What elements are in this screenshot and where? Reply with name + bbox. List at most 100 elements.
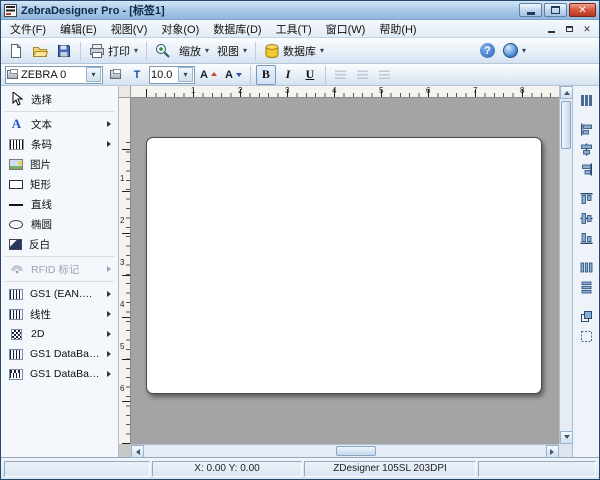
make-same-size-button[interactable]	[577, 308, 596, 325]
print-icon	[89, 43, 105, 59]
arrow-down-icon	[236, 73, 242, 80]
tool-text[interactable]: 文本	[1, 114, 118, 134]
align-right-button[interactable]	[577, 161, 596, 178]
tool-2d[interactable]: 2D	[1, 324, 118, 344]
font-size-dropdown-icon[interactable]	[178, 67, 193, 82]
tool-inverse[interactable]: 反白	[1, 234, 118, 254]
increase-font-size-button[interactable]	[197, 65, 220, 85]
zoom-dropdown[interactable]: 缩放	[176, 41, 212, 61]
main-area: 选择 文本 条码 图片 矩形 直线	[1, 86, 599, 457]
maximize-button[interactable]	[544, 3, 567, 17]
view-dropdown[interactable]: 视图	[214, 41, 250, 61]
menu-file[interactable]: 文件(F)	[3, 19, 53, 39]
tool-line[interactable]: 直线	[1, 194, 118, 214]
minimize-button[interactable]	[519, 3, 542, 17]
align-middle-vertical-icon	[580, 212, 593, 225]
maximize-icon	[551, 6, 560, 14]
underline-button[interactable]: U	[300, 65, 320, 85]
mdi-close-button[interactable]	[581, 23, 593, 34]
web-button[interactable]	[500, 41, 529, 61]
menubar: 文件(F) 编辑(E) 视图(V) 对象(O) 数据库(D) 工具(T) 窗口(…	[1, 20, 599, 38]
bold-button[interactable]: B	[256, 65, 276, 85]
tool-rfid[interactable]: RFID 标记	[1, 259, 118, 279]
tool-linear[interactable]: 线性	[1, 304, 118, 324]
tool-barcode[interactable]: 条码	[1, 134, 118, 154]
italic-button[interactable]: I	[278, 65, 298, 85]
menu-view[interactable]: 视图(V)	[104, 19, 155, 39]
align-bottom-button[interactable]	[577, 230, 596, 247]
show-truetype-fonts-button[interactable]	[127, 65, 147, 85]
menu-help[interactable]: 帮助(H)	[372, 19, 423, 39]
ruler-major-ticks	[146, 89, 559, 97]
font-decrease-icon	[225, 69, 233, 81]
chevron-right-icon	[107, 141, 114, 147]
tool-gs1-ean-ucc[interactable]: GS1 (EAN.UCC)	[1, 284, 118, 304]
tool-picture[interactable]: 图片	[1, 154, 118, 174]
scroll-down-button[interactable]	[560, 431, 573, 444]
save-button[interactable]	[53, 41, 75, 61]
scroll-up-button[interactable]	[560, 86, 573, 99]
distribute-vertical-button[interactable]	[577, 279, 596, 296]
close-button[interactable]	[569, 3, 596, 17]
italic-icon: I	[286, 67, 291, 82]
toolbar-separator	[255, 42, 256, 60]
arrow-up-icon	[211, 69, 217, 76]
database-button[interactable]: 数据库	[261, 41, 327, 61]
align-center-horizontal-button[interactable]	[577, 141, 596, 158]
ruler-major-ticks	[122, 137, 130, 444]
font-name-combo[interactable]: ZEBRA 0	[5, 66, 103, 84]
scroll-left-button[interactable]	[131, 445, 144, 458]
align-top-button[interactable]	[577, 190, 596, 207]
distribute-horizontal-button[interactable]	[577, 259, 596, 276]
align-text-center-button[interactable]	[353, 65, 373, 85]
menu-tools[interactable]: 工具(T)	[269, 19, 319, 39]
print-button[interactable]: 打印	[86, 41, 141, 61]
chevron-right-icon	[107, 266, 114, 272]
mdi-minimize-button[interactable]	[545, 23, 557, 34]
toolbox-columns-button[interactable]	[577, 92, 596, 109]
help-icon	[480, 43, 495, 58]
align-middle-vertical-button[interactable]	[577, 210, 596, 227]
chevron-right-icon	[107, 371, 114, 377]
new-document-button[interactable]	[5, 41, 27, 61]
mdi-restore-button[interactable]	[563, 23, 575, 34]
tool-rectangle[interactable]: 矩形	[1, 174, 118, 194]
zoom-label: 缩放	[179, 43, 201, 59]
decrease-font-size-button[interactable]	[222, 65, 245, 85]
tool-gs1-databar-composite[interactable]: GS1 DataBar Composite	[1, 364, 118, 384]
menu-database[interactable]: 数据库(D)	[206, 19, 268, 39]
scroll-right-button[interactable]	[546, 445, 559, 458]
menu-object[interactable]: 对象(O)	[154, 19, 206, 39]
show-printer-fonts-button[interactable]	[105, 65, 125, 85]
chevron-right-icon	[107, 351, 114, 357]
tool-select[interactable]: 选择	[1, 89, 118, 109]
tool-gs1-databar-linear[interactable]: GS1 DataBar Linear	[1, 344, 118, 364]
zoom-in-icon	[155, 43, 171, 59]
canvas-background[interactable]	[131, 98, 559, 444]
horizontal-ruler: 12345678	[131, 86, 559, 98]
tool-ellipse[interactable]: 椭圆	[1, 214, 118, 234]
align-left-button[interactable]	[577, 121, 596, 138]
help-button[interactable]	[477, 41, 498, 61]
align-text-right-button[interactable]	[375, 65, 395, 85]
titlebar[interactable]: ZebraDesigner Pro - [标签1]	[1, 1, 599, 20]
horizontal-scrollbar[interactable]	[131, 444, 559, 457]
sidebar-separator	[5, 281, 114, 282]
zoom-in-button[interactable]	[152, 41, 174, 61]
vertical-scroll-thumb[interactable]	[561, 101, 571, 149]
arrow-up-icon	[564, 88, 570, 95]
open-button[interactable]	[29, 41, 51, 61]
align-text-left-button[interactable]	[331, 65, 351, 85]
label-design-surface[interactable]	[146, 137, 542, 394]
font-size-combo[interactable]: 10.0	[149, 66, 195, 84]
open-folder-icon	[32, 43, 48, 59]
vertical-scrollbar[interactable]	[559, 86, 572, 444]
selection-frame-button[interactable]	[577, 328, 596, 345]
font-name-dropdown-icon[interactable]	[86, 67, 101, 82]
inverse-tool-icon	[9, 239, 22, 250]
horizontal-scroll-thumb[interactable]	[336, 446, 376, 456]
menu-edit[interactable]: 编辑(E)	[53, 19, 104, 39]
menu-window[interactable]: 窗口(W)	[319, 19, 373, 39]
status-panel-right	[478, 461, 596, 477]
app-icon	[4, 4, 17, 17]
